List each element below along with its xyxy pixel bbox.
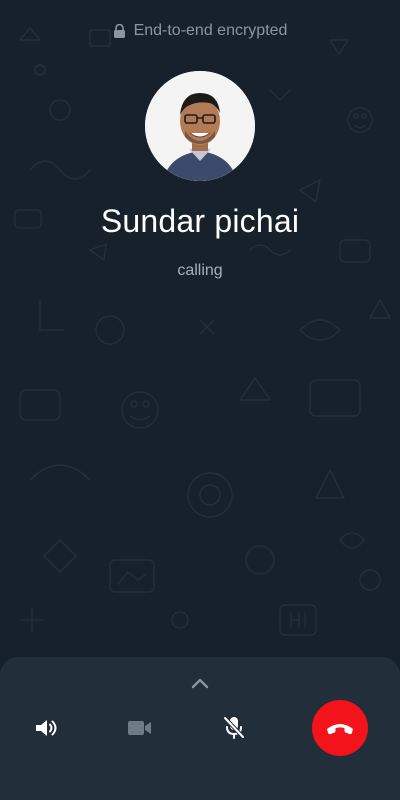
- contact-avatar: [145, 71, 255, 181]
- contact-name: Sundar pichai: [100, 203, 300, 239]
- encryption-notice: End-to-end encrypted: [0, 22, 400, 40]
- chevron-up-icon: [191, 678, 209, 689]
- speaker-icon: [36, 720, 57, 736]
- encryption-text: End-to-end encrypted: [133, 22, 288, 39]
- call-screen: End-to-end encrypted Sundar pichai calli…: [0, 0, 400, 800]
- end-call-button[interactable]: [312, 700, 368, 756]
- video-button[interactable]: [112, 700, 168, 756]
- mute-button[interactable]: [206, 700, 262, 756]
- speaker-button[interactable]: [18, 700, 74, 756]
- video-camera-icon: [128, 721, 151, 735]
- expand-controls-button[interactable]: [187, 673, 213, 693]
- contact-photo: [145, 71, 255, 181]
- lock-icon: [113, 24, 125, 38]
- call-status: calling: [177, 262, 223, 279]
- phone-hangup-icon: [327, 724, 353, 735]
- mic-off-icon: [223, 716, 245, 739]
